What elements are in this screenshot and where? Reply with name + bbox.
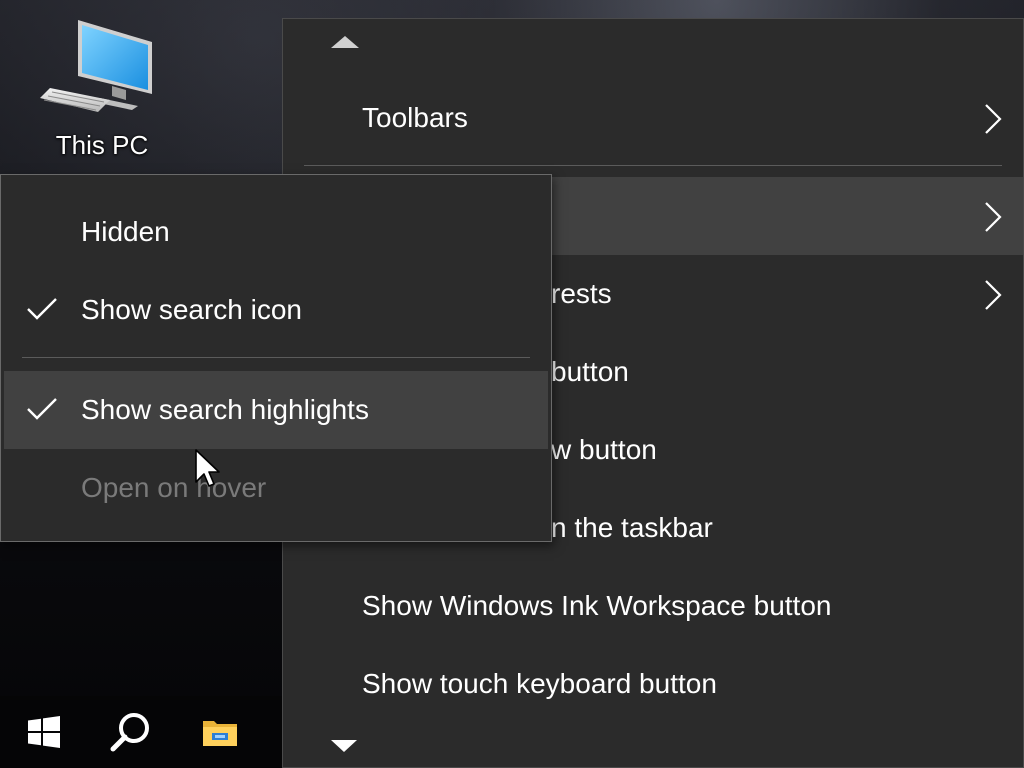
checkmark-icon [27, 298, 57, 320]
start-button[interactable] [0, 696, 88, 768]
chevron-right-icon [985, 280, 1002, 310]
desktop-icon-this-pc[interactable]: This PC [40, 14, 164, 164]
search-icon [110, 713, 149, 752]
menu-item-label: w button [551, 434, 657, 465]
chevron-right-icon [985, 104, 1002, 134]
menu-item-label: n the taskbar [551, 512, 713, 543]
menu-item-label: Toolbars [362, 102, 468, 133]
menu-item-show-touch-keyboard-button[interactable]: Show touch keyboard button [283, 645, 1023, 723]
this-pc-icon [40, 20, 152, 112]
submenu-item-hidden[interactable]: Hidden [4, 193, 548, 271]
desktop-icon-label: This PC [55, 130, 149, 160]
submenu-item-label: Show search icon [81, 294, 303, 325]
submenu-item-label: Hidden [81, 216, 170, 247]
triangle-up-icon[interactable] [331, 36, 359, 48]
submenu-item-open-on-hover: Open on hover [4, 449, 548, 527]
search-button[interactable] [86, 696, 174, 768]
mouse-cursor-icon [195, 449, 220, 487]
submenu-item-label: Open on hover [81, 472, 267, 503]
chevron-right-icon [985, 202, 1002, 232]
search-submenu: Hidden Show search icon Show search high… [0, 174, 552, 542]
checkmark-icon [27, 398, 57, 420]
menu-item-show-windows-ink-workspace-button[interactable]: Show Windows Ink Workspace button [283, 567, 1023, 645]
menu-item-label: Show Windows Ink Workspace button [362, 590, 832, 621]
menu-item-label: button [551, 356, 629, 387]
triangle-down-icon[interactable] [331, 740, 357, 752]
file-explorer-button[interactable] [176, 696, 264, 768]
menu-item-label: rests [551, 278, 612, 309]
menu-item-label: Show touch keyboard button [362, 668, 717, 699]
submenu-item-show-search-icon[interactable]: Show search icon [4, 271, 548, 349]
submenu-item-label: Show search highlights [81, 394, 369, 425]
submenu-item-show-search-highlights[interactable]: Show search highlights [4, 371, 548, 449]
windows-logo-icon [28, 716, 60, 748]
folder-icon [203, 721, 237, 746]
menu-separator [304, 165, 1002, 166]
menu-item-toolbars[interactable]: Toolbars [283, 79, 1023, 157]
submenu-separator [22, 357, 530, 358]
